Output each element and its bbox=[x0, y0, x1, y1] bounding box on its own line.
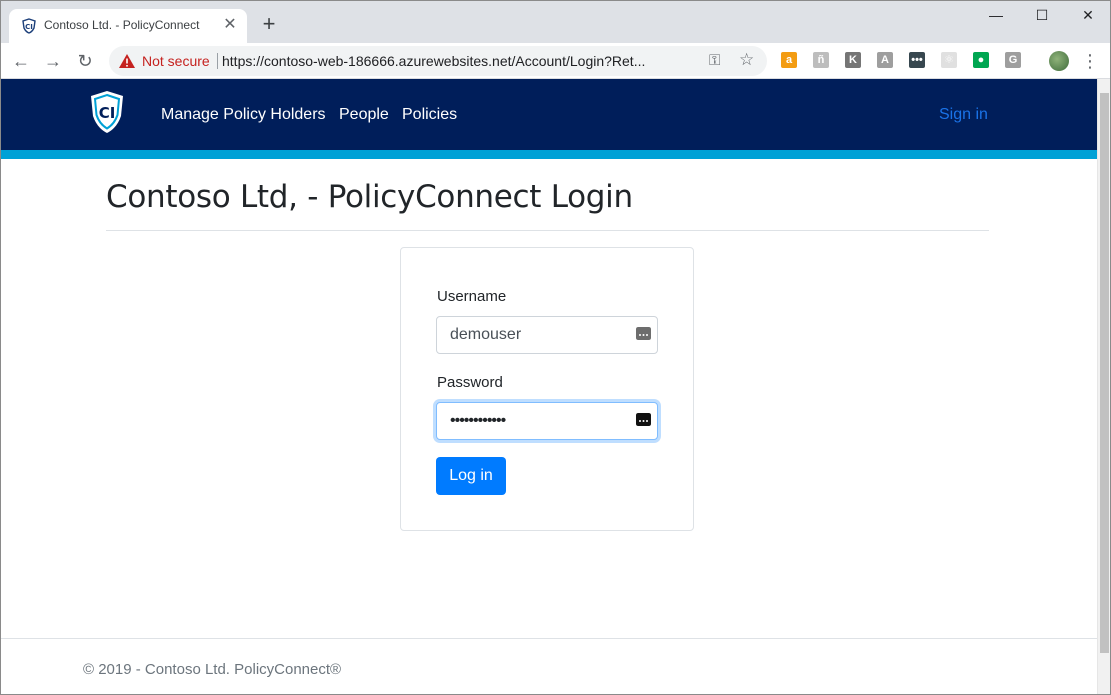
title-divider bbox=[106, 230, 989, 231]
navbar-accent-stripe bbox=[1, 150, 1097, 159]
page-scrollbar[interactable] bbox=[1097, 79, 1110, 694]
username-input[interactable]: demouser bbox=[436, 316, 658, 354]
nav-people[interactable]: People bbox=[339, 106, 389, 124]
green-leaf-extension-icon[interactable]: ● bbox=[973, 52, 989, 68]
password-value: •••••••••••• bbox=[450, 412, 506, 429]
not-secure-label[interactable]: Not secure bbox=[142, 53, 210, 69]
amazon-extension-icon[interactable]: a bbox=[781, 52, 797, 68]
site-navbar: CI Manage Policy Holders People Policies… bbox=[1, 79, 1097, 150]
angular-extension-icon[interactable]: A bbox=[877, 52, 893, 68]
svg-text:CI: CI bbox=[25, 23, 33, 31]
browser-tab[interactable]: CI Contoso Ltd. - PolicyConnect ✕ bbox=[9, 9, 247, 43]
extension-2-icon[interactable]: ñ bbox=[813, 52, 829, 68]
browser-titlebar: CI Contoso Ltd. - PolicyConnect ✕ + — ☐ … bbox=[1, 1, 1110, 43]
footer-copyright: © 2019 - Contoso Ltd. PolicyConnect® bbox=[83, 661, 342, 678]
username-value: demouser bbox=[450, 326, 522, 343]
scrollbar-thumb[interactable] bbox=[1100, 93, 1109, 653]
back-arrow-icon[interactable]: ← bbox=[9, 49, 33, 73]
nav-policies[interactable]: Policies bbox=[402, 106, 457, 124]
tab-title: Contoso Ltd. - PolicyConnect bbox=[44, 18, 200, 32]
k-extension-icon[interactable]: K bbox=[845, 52, 861, 68]
forward-arrow-icon[interactable]: → bbox=[41, 49, 65, 73]
page-title: Contoso Ltd, - PolicyConnect Login bbox=[106, 179, 633, 215]
page-viewport: CI Manage Policy Holders People Policies… bbox=[1, 79, 1097, 694]
autofill-key-icon[interactable] bbox=[636, 327, 651, 340]
username-label: Username bbox=[437, 288, 507, 305]
close-window-button[interactable]: ✕ bbox=[1065, 1, 1111, 31]
contoso-shield-logo[interactable]: CI bbox=[88, 89, 126, 135]
new-tab-button[interactable]: + bbox=[257, 13, 281, 37]
log-in-button[interactable]: Log in bbox=[436, 457, 506, 495]
nav-manage-policy-holders[interactable]: Manage Policy Holders bbox=[161, 106, 326, 124]
maximize-button[interactable]: ☐ bbox=[1019, 1, 1065, 31]
tab-close-icon[interactable]: ✕ bbox=[221, 16, 239, 34]
shield-favicon-icon: CI bbox=[22, 18, 36, 34]
svg-text:CI: CI bbox=[99, 104, 116, 122]
password-input[interactable]: •••••••••••• bbox=[436, 402, 658, 440]
sign-in-link[interactable]: Sign in bbox=[939, 106, 988, 124]
profile-avatar[interactable] bbox=[1049, 51, 1069, 71]
react-extension-icon[interactable]: ⚛ bbox=[941, 52, 957, 68]
minimize-button[interactable]: — bbox=[973, 1, 1019, 31]
reload-icon[interactable]: ↻ bbox=[73, 49, 97, 73]
warning-triangle-icon bbox=[119, 54, 135, 68]
address-bar[interactable]: Not secure https://contoso-web-186666.az… bbox=[109, 46, 767, 76]
login-card: Username demouser Password •••••••••••• … bbox=[400, 247, 694, 531]
password-label: Password bbox=[437, 374, 503, 391]
url-separator bbox=[217, 53, 218, 69]
g-extension-icon[interactable]: G bbox=[1005, 52, 1021, 68]
dots-extension-icon[interactable]: ••• bbox=[909, 52, 925, 68]
url-text[interactable]: https://contoso-web-186666.azurewebsites… bbox=[222, 53, 645, 69]
footer-divider bbox=[1, 638, 1097, 639]
key-icon[interactable]: ⚿ bbox=[709, 52, 720, 69]
autofill-key-icon[interactable] bbox=[636, 413, 651, 426]
browser-toolbar: ← → ↻ Not secure https://contoso-web-186… bbox=[1, 43, 1110, 79]
browser-menu-icon[interactable]: ⋮ bbox=[1081, 49, 1099, 73]
bookmark-star-icon[interactable]: ☆ bbox=[739, 50, 754, 70]
